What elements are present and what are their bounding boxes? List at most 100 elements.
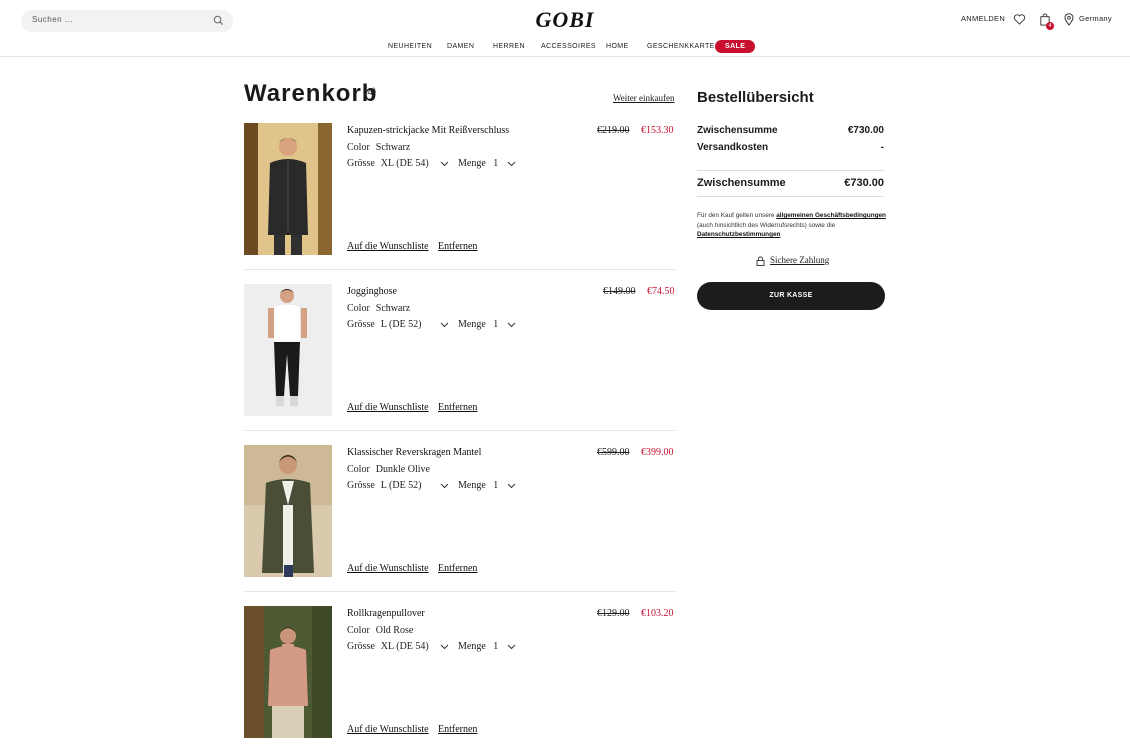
add-to-wishlist-link[interactable]: Auf die Wunschliste [347, 402, 429, 413]
nav-sale[interactable]: SALE [715, 40, 756, 53]
legal-text: Für den Kauf gelten unsere [697, 212, 777, 219]
qty-value: 1 [493, 480, 499, 491]
product-size[interactable]: Grösse L (DE 52) [347, 480, 422, 491]
legal-text: (auch hinsichtlich des Widerrufsrechts) … [697, 221, 836, 229]
heart-icon[interactable] [1013, 13, 1026, 26]
sale-price: €103.20 [641, 608, 674, 619]
subtotal-row: Zwischensumme €730.00 [697, 125, 884, 136]
chevron-down-icon[interactable] [440, 644, 449, 650]
sale-price: €74.50 [647, 286, 675, 297]
checkout-button[interactable]: ZUR KASSE [697, 282, 885, 310]
legal-notice: Für den Kauf gelten unsere allgemeinen G… [697, 211, 887, 240]
size-label: Grösse [347, 641, 375, 652]
product-image[interactable] [244, 123, 332, 255]
nav-geschenkkarte[interactable]: GESCHENKKARTE [647, 43, 715, 50]
subtotal-label: Zwischensumme [697, 125, 778, 136]
color-value: Old Rose [375, 625, 414, 636]
size-label: Grösse [347, 319, 375, 330]
product-name[interactable]: Klassischer Reverskragen Mantel [347, 447, 481, 458]
total-label: Zwischensumme [697, 177, 786, 189]
original-price: €149.00 [603, 286, 636, 297]
cart-item: Kapuzen-strickjacke Mit Reißverschluss C… [244, 123, 676, 271]
brand-logo[interactable]: GOBI [530, 7, 600, 33]
shipping-row: Versandkosten - [697, 142, 884, 153]
quantity-selector[interactable]: Menge 1 [458, 319, 498, 330]
remove-link[interactable]: Entfernen [438, 241, 477, 252]
product-name[interactable]: Jogginghose [347, 286, 397, 297]
original-price: €129.00 [597, 608, 630, 619]
product-size[interactable]: Grösse XL (DE 54) [347, 158, 429, 169]
continue-shopping-link[interactable]: Weiter einkaufen [613, 93, 675, 103]
main-nav: NEUHEITEN DAMEN HERREN ACCESSOIRES HOME … [0, 40, 1130, 56]
color-label: Color [347, 625, 370, 636]
chevron-down-icon[interactable] [507, 322, 516, 328]
chevron-down-icon[interactable] [440, 322, 449, 328]
product-size[interactable]: Grösse L (DE 52) [347, 319, 422, 330]
shipping-value: - [880, 142, 884, 153]
size-label: Grösse [347, 480, 375, 491]
chevron-down-icon[interactable] [440, 483, 449, 489]
size-value: L (DE 52) [380, 480, 422, 491]
bag-count-badge: 4 [1046, 22, 1054, 30]
divider [244, 430, 676, 431]
remove-link[interactable]: Entfernen [438, 563, 477, 574]
qty-value: 1 [493, 319, 499, 330]
quantity-selector[interactable]: Menge 1 [458, 158, 498, 169]
total-row: Zwischensumme €730.00 [697, 177, 884, 189]
divider [244, 269, 676, 270]
cart-item: Jogginghose Color Schwarz Grösse L (DE 52)… [244, 284, 676, 432]
size-label: Grösse [347, 158, 375, 169]
qty-label: Menge [458, 641, 486, 652]
divider [697, 170, 884, 171]
cart-item: Klassischer Reverskragen Mantel Color Dun… [244, 445, 676, 593]
remove-link[interactable]: Entfernen [438, 402, 477, 413]
chevron-down-icon[interactable] [507, 644, 516, 650]
size-value: XL (DE 54) [380, 158, 429, 169]
product-image[interactable] [244, 445, 332, 577]
cart-item: Rollkragenpullover Color Old Rose Grösse X… [244, 606, 676, 750]
page-title: Warenkorb [244, 80, 378, 107]
quantity-selector[interactable]: Menge 1 [458, 641, 498, 652]
nav-damen[interactable]: DAMEN [447, 43, 474, 50]
product-image[interactable] [244, 606, 332, 738]
divider [697, 196, 884, 197]
divider [244, 591, 676, 592]
product-size[interactable]: Grösse XL (DE 54) [347, 641, 429, 652]
quantity-selector[interactable]: Menge 1 [458, 480, 498, 491]
nav-accessoires[interactable]: ACCESSOIRES [541, 43, 596, 50]
product-name[interactable]: Kapuzen-strickjacke Mit Reißverschluss [347, 125, 509, 136]
chevron-down-icon[interactable] [507, 483, 516, 489]
login-link[interactable]: ANMELDEN [961, 14, 1005, 23]
terms-link[interactable]: allgemeinen Geschäftsbedingungen [776, 212, 886, 219]
nav-herren[interactable]: HERREN [493, 43, 525, 50]
qty-label: Menge [458, 158, 486, 169]
site-header: Suchen ... GOBI ANMELDEN 4 Germany NEUHE… [0, 0, 1130, 57]
color-value: Dunkle Olive [375, 464, 430, 475]
secure-payment-link[interactable]: Sichere Zahlung [770, 255, 829, 265]
nav-neuheiten[interactable]: NEUHEITEN [388, 43, 432, 50]
sale-price: €153.30 [641, 125, 674, 136]
product-color: Color Schwarz [347, 142, 410, 153]
nav-home[interactable]: HOME [606, 43, 629, 50]
color-label: Color [347, 142, 370, 153]
country-selector[interactable]: Germany [1079, 14, 1112, 23]
size-value: L (DE 52) [380, 319, 422, 330]
chevron-down-icon[interactable] [507, 161, 516, 167]
qty-value: 1 [493, 158, 499, 169]
cart-count: (4) [364, 87, 377, 98]
add-to-wishlist-link[interactable]: Auf die Wunschliste [347, 563, 429, 574]
product-image[interactable] [244, 284, 332, 416]
chevron-down-icon[interactable] [440, 161, 449, 167]
location-pin-icon[interactable] [1064, 13, 1074, 26]
color-value: Schwarz [375, 303, 411, 314]
size-value: XL (DE 54) [380, 641, 429, 652]
add-to-wishlist-link[interactable]: Auf die Wunschliste [347, 724, 429, 735]
remove-link[interactable]: Entfernen [438, 724, 477, 735]
qty-label: Menge [458, 319, 486, 330]
search-input[interactable]: Suchen ... [21, 10, 233, 32]
privacy-link[interactable]: Datenschutzbestimmungen [697, 231, 780, 238]
product-name[interactable]: Rollkragenpullover [347, 608, 425, 619]
search-icon[interactable] [213, 15, 224, 26]
add-to-wishlist-link[interactable]: Auf die Wunschliste [347, 241, 429, 252]
total-value: €730.00 [844, 177, 884, 189]
